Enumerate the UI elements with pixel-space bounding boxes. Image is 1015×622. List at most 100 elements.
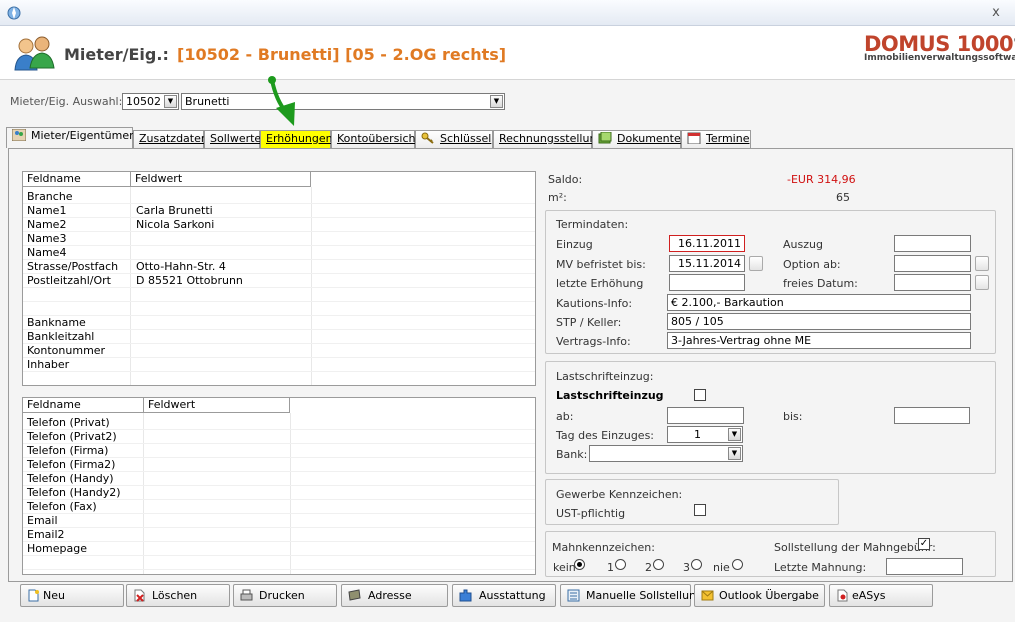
lastschrift-ab-field[interactable] — [667, 407, 744, 424]
grid-cell-feldname[interactable]: Name3 — [24, 232, 66, 246]
grid-cell-feldname[interactable]: Name4 — [24, 246, 66, 260]
tab-zusatzdaten[interactable]: Zusatzdaten — [133, 130, 208, 148]
tag-des-einzuges-combo[interactable]: 1 ▼ — [667, 426, 743, 443]
grid-cell-feldname[interactable]: Postleitzahl/Ort — [24, 274, 111, 288]
grid-cell-feldwert[interactable] — [133, 330, 136, 344]
option-date-picker-button[interactable] — [975, 256, 989, 271]
adresse-button[interactable]: Adresse — [341, 584, 448, 607]
grid-cell-feldwert[interactable] — [146, 472, 149, 486]
mahn-radio-1[interactable] — [615, 559, 626, 570]
grid-cell-feldwert[interactable] — [133, 358, 136, 372]
grid-cell-feldwert[interactable] — [133, 316, 136, 330]
neu-button[interactable]: Neu — [20, 584, 124, 607]
grid-cell-feldwert[interactable] — [146, 458, 149, 472]
ausstattung-button[interactable]: Ausstattung — [452, 584, 556, 607]
close-icon[interactable]: x — [988, 6, 1004, 20]
grid-cell-feldname[interactable]: Telefon (Handy2) — [24, 486, 121, 500]
grid-cell-feldwert[interactable]: Nicola Sarkoni — [133, 218, 214, 232]
grid-cell-feldname[interactable]: Strasse/Postfach — [24, 260, 118, 274]
grid-cell-feldwert[interactable] — [146, 486, 149, 500]
grid-cell-feldwert[interactable] — [146, 430, 149, 444]
tenant-id-combo[interactable]: 10502 ▼ — [122, 93, 179, 110]
chevron-down-icon[interactable]: ▼ — [490, 95, 503, 108]
grid-cell-feldname[interactable]: Email2 — [24, 528, 65, 542]
tab-erhoehungen[interactable]: Erhöhungen — [260, 130, 333, 148]
tab-termine[interactable]: Termine — [681, 130, 751, 148]
column-header-feldname[interactable]: Feldname — [23, 172, 131, 187]
option-ab-field[interactable] — [894, 255, 971, 272]
einzug-date-field[interactable]: 16.11.2011 — [669, 235, 745, 252]
easys-button[interactable]: eASys — [829, 584, 933, 607]
sollstellung-mahngebuehr-checkbox[interactable]: ✓ — [918, 538, 930, 550]
grid-cell-feldname[interactable]: Homepage — [24, 542, 87, 556]
grid-cell-feldname[interactable]: Telefon (Privat) — [24, 416, 110, 430]
grid-cell-feldname[interactable]: Telefon (Privat2) — [24, 430, 117, 444]
grid-cell-feldwert[interactable] — [146, 416, 149, 430]
lastschrift-checkbox[interactable] — [694, 389, 706, 401]
tab-dokumente[interactable]: Dokumente — [592, 130, 681, 148]
grid-cell-feldwert[interactable] — [146, 542, 149, 556]
contact-data-grid[interactable]: Feldname Feldwert Branche Name1 Carla Brun… — [22, 171, 536, 386]
grid-cell-feldname[interactable]: Name2 — [24, 218, 66, 232]
chevron-down-icon[interactable]: ▼ — [728, 447, 741, 460]
grid-cell-feldname[interactable]: Branche — [24, 190, 73, 204]
mahn-radio-nie[interactable] — [732, 559, 743, 570]
auszug-date-field[interactable] — [894, 235, 971, 252]
grid-cell-feldname[interactable]: Bankname — [24, 316, 86, 330]
tab-rechnungsstellung[interactable]: Rechnungsstellung — [493, 130, 603, 148]
grid-cell-feldwert[interactable] — [133, 302, 136, 316]
chevron-down-icon[interactable]: ▼ — [164, 95, 177, 108]
stp-keller-field[interactable]: 805 / 105 — [667, 313, 971, 330]
grid-cell-feldname[interactable]: Inhaber — [24, 358, 69, 372]
outlook-uebergabe-button[interactable]: Outlook Übergabe — [694, 584, 825, 607]
mv-date-picker-button[interactable] — [749, 256, 763, 271]
mahn-radio-2[interactable] — [653, 559, 664, 570]
drucken-button[interactable]: Drucken — [233, 584, 337, 607]
kautions-info-field[interactable]: € 2.100,- Barkaution — [667, 294, 971, 311]
mv-befristet-field[interactable]: 15.11.2014 — [669, 255, 745, 272]
mahn-radio-kein[interactable] — [574, 559, 585, 570]
grid-cell-feldname[interactable]: Telefon (Firma) — [24, 444, 108, 458]
grid-cell-feldname[interactable]: Email — [24, 514, 58, 528]
grid-cell-feldwert[interactable] — [133, 246, 136, 260]
grid-cell-feldwert[interactable] — [146, 528, 149, 542]
grid-cell-feldwert[interactable] — [146, 500, 149, 514]
mahn-radio-3[interactable] — [691, 559, 702, 570]
grid-cell-feldname[interactable]: Kontonummer — [24, 344, 105, 358]
vertrags-info-field[interactable]: 3-Jahres-Vertrag ohne ME — [667, 332, 971, 349]
column-header-feldwert[interactable]: Feldwert — [131, 172, 311, 187]
freies-date-picker-button[interactable] — [975, 275, 989, 290]
manuelle-sollstellung-button[interactable]: Manuelle Sollstellung — [560, 584, 703, 607]
grid-cell-feldname[interactable]: Telefon (Firma2) — [24, 458, 115, 472]
grid-cell-feldname[interactable] — [24, 302, 27, 316]
tenant-name-combo[interactable]: Brunetti ▼ — [181, 93, 505, 110]
column-header-feldwert[interactable]: Feldwert — [144, 398, 290, 413]
grid-cell-feldwert[interactable]: Otto-Hahn-Str. 4 — [133, 260, 226, 274]
grid-cell-feldwert[interactable] — [133, 344, 136, 358]
communication-grid[interactable]: Feldname Feldwert Telefon (Privat) Telefo… — [22, 397, 536, 575]
grid-cell-feldwert[interactable] — [146, 514, 149, 528]
freies-datum-field[interactable] — [894, 274, 971, 291]
grid-cell-feldwert[interactable]: D 85521 Ottobrunn — [133, 274, 243, 288]
letzte-erhoehung-field[interactable] — [669, 274, 745, 291]
grid-cell-feldwert[interactable] — [133, 288, 136, 302]
tab-mieter-eigentuemer[interactable]: Mieter/Eigentümer — [6, 127, 134, 148]
grid-cell-feldname[interactable]: Telefon (Fax) — [24, 500, 97, 514]
grid-cell-feldname[interactable]: Name1 — [24, 204, 66, 218]
lastschrift-bis-field[interactable] — [894, 407, 970, 424]
tab-schluessel[interactable]: Schlüssel — [415, 130, 493, 148]
chevron-down-icon[interactable]: ▼ — [728, 428, 741, 441]
grid-cell-feldwert[interactable] — [133, 190, 136, 204]
tab-kontouebersicht[interactable]: Kontoübersicht — [331, 130, 420, 148]
letzte-mahnung-field[interactable] — [886, 558, 963, 575]
grid-cell-feldname[interactable]: Telefon (Handy) — [24, 472, 114, 486]
ust-pflichtig-checkbox[interactable] — [694, 504, 706, 516]
loeschen-button[interactable]: Löschen — [126, 584, 230, 607]
grid-cell-feldname[interactable]: Bankleitzahl — [24, 330, 94, 344]
grid-cell-feldwert[interactable]: Carla Brunetti — [133, 204, 213, 218]
grid-cell-feldwert[interactable] — [133, 232, 136, 246]
bank-combo[interactable]: ▼ — [589, 445, 743, 462]
grid-cell-feldname[interactable] — [24, 288, 27, 302]
tab-sollwerte[interactable]: Sollwerte — [204, 130, 261, 148]
column-header-feldname[interactable]: Feldname — [23, 398, 144, 413]
